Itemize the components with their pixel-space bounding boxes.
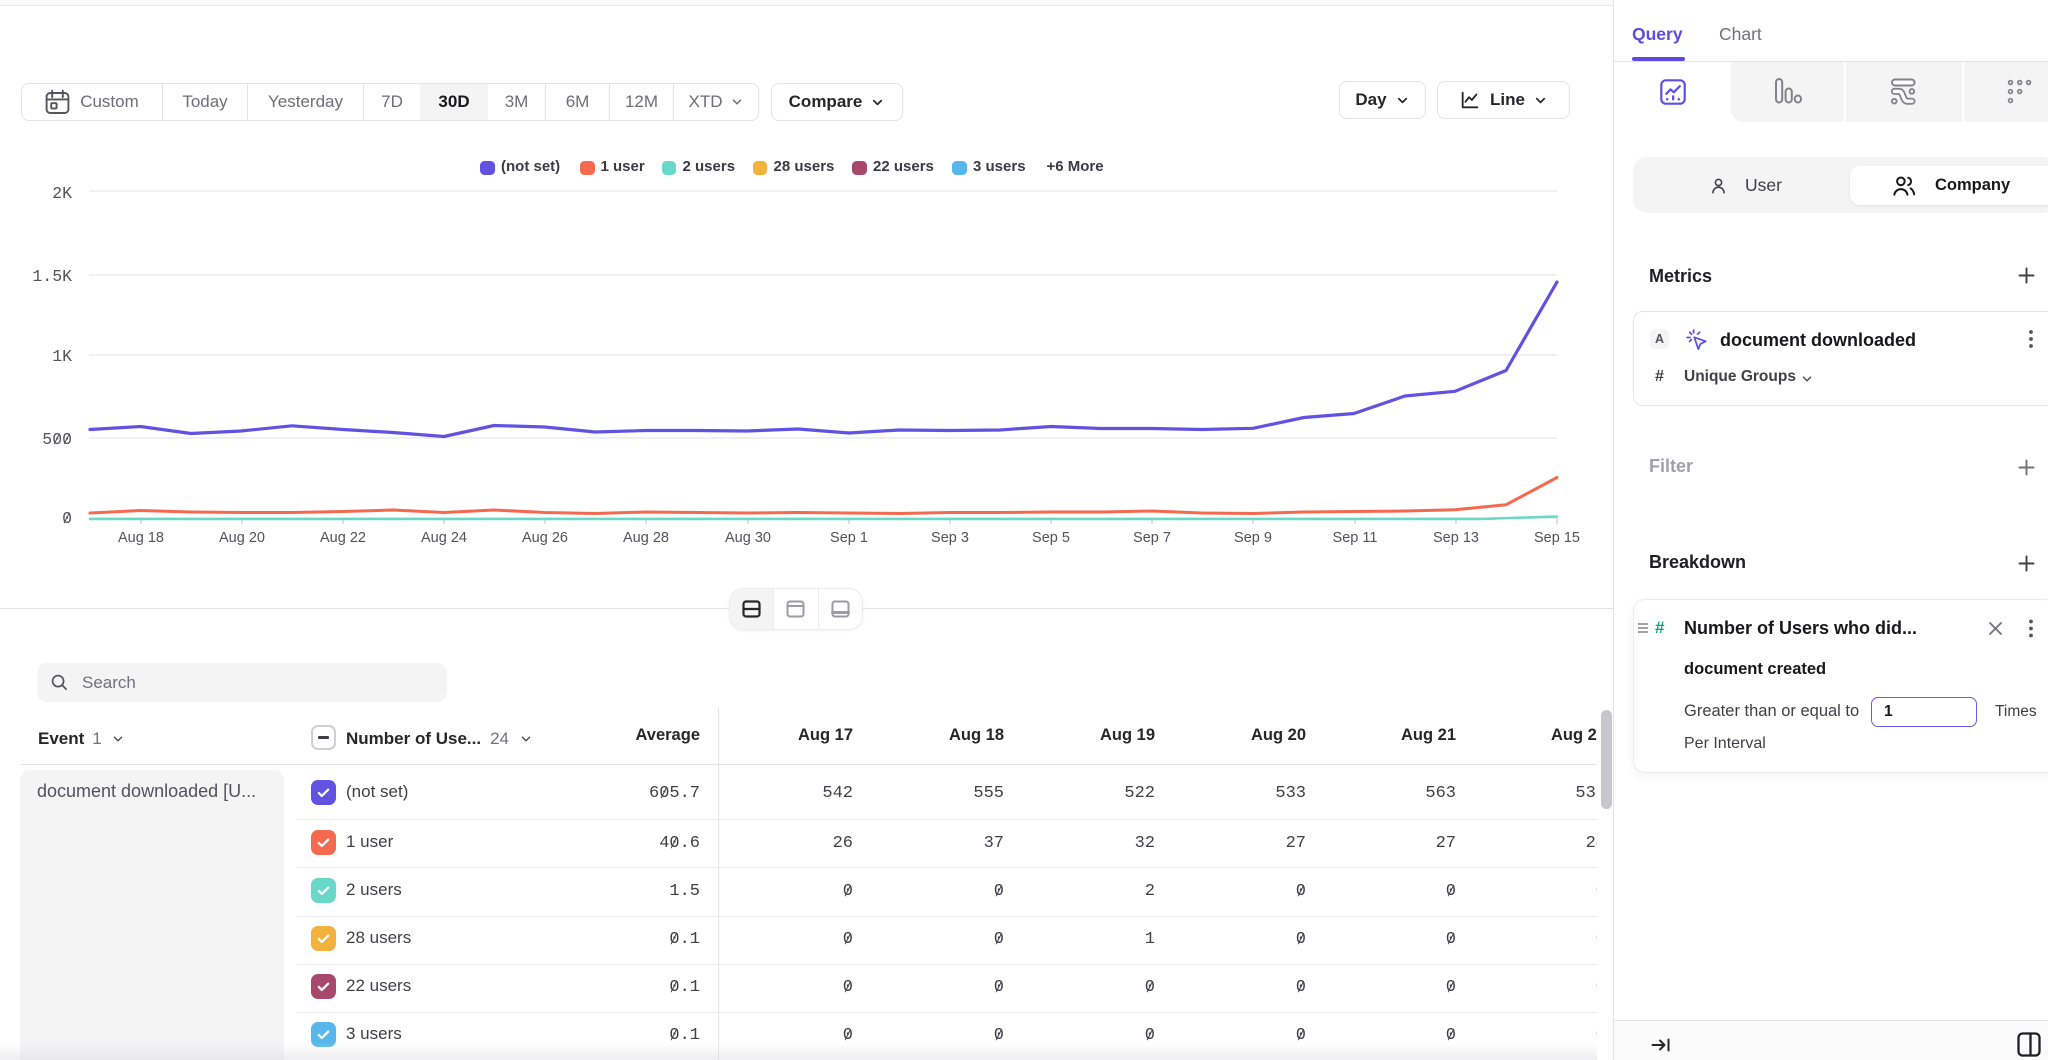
svg-text:Aug 28: Aug 28 [623, 530, 669, 546]
svg-text:Sep 1: Sep 1 [830, 530, 868, 546]
svg-text:Sep 3: Sep 3 [931, 530, 969, 546]
svg-text:Sep 15: Sep 15 [1534, 530, 1580, 546]
svg-text:Aug 20: Aug 20 [219, 530, 265, 546]
svg-text:Aug 30: Aug 30 [725, 530, 771, 546]
svg-text:Aug 18: Aug 18 [118, 530, 164, 546]
svg-text:Sep 11: Sep 11 [1333, 530, 1378, 546]
svg-text:Sep 5: Sep 5 [1032, 530, 1070, 546]
svg-text:Aug 22: Aug 22 [320, 530, 366, 546]
svg-text:Sep 13: Sep 13 [1433, 530, 1479, 546]
svg-text:Sep 9: Sep 9 [1234, 530, 1272, 546]
svg-text:Sep 7: Sep 7 [1133, 530, 1171, 546]
svg-text:Aug 26: Aug 26 [522, 530, 568, 546]
svg-text:Aug 24: Aug 24 [421, 530, 467, 546]
